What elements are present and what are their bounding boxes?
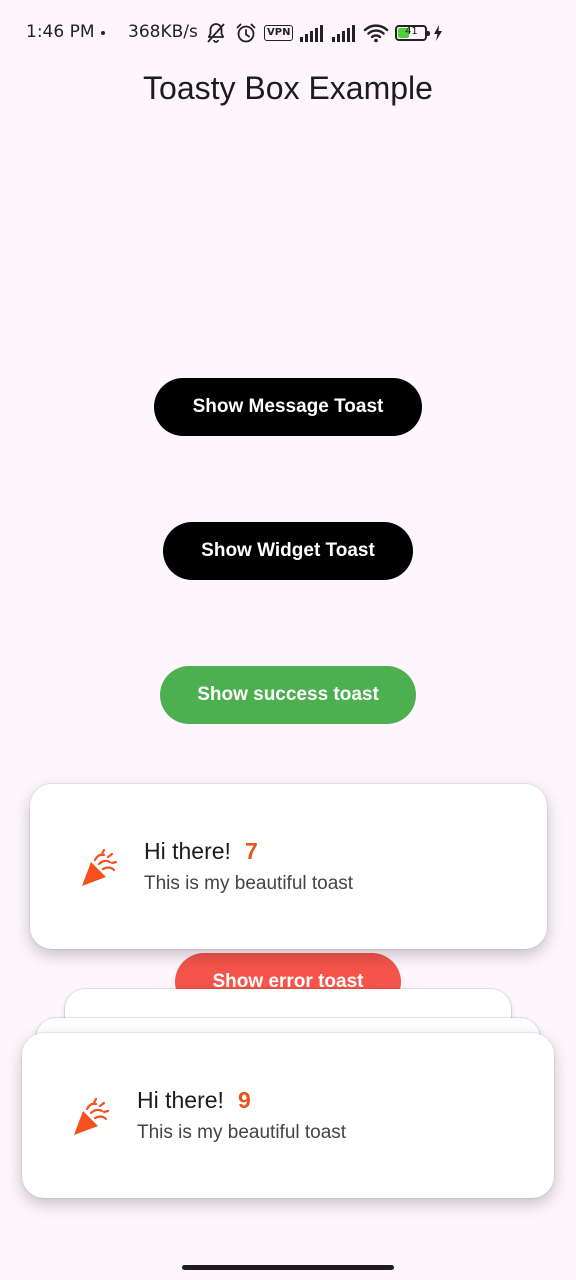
network-speed: 368KB/s <box>128 22 198 42</box>
status-time: 1:46 PM <box>26 22 95 42</box>
status-dot <box>101 31 105 35</box>
battery-icon: 41 <box>395 25 431 41</box>
toast-title: Hi there! 7 <box>144 838 258 865</box>
home-indicator[interactable] <box>182 1265 394 1270</box>
toast-count: 9 <box>237 1087 251 1113</box>
party-popper-icon <box>78 846 122 890</box>
alarm-icon <box>234 21 258 45</box>
wifi-icon <box>363 23 389 43</box>
toast-body: This is my beautiful toast <box>137 1122 347 1143</box>
toast-title-text: Hi there! <box>137 1087 224 1113</box>
signal-icon <box>299 23 325 43</box>
status-icons: VPN 41 <box>204 20 443 46</box>
bell-off-icon <box>204 21 228 45</box>
show-message-toast-button[interactable]: Show Message Toast <box>154 378 422 436</box>
status-bar: 1:46 PM 368KB/s VPN 41 <box>0 0 576 64</box>
show-widget-toast-button[interactable]: Show Widget Toast <box>163 522 413 580</box>
vpn-icon: VPN <box>264 25 294 41</box>
page-title: Toasty Box Example <box>143 70 433 106</box>
show-success-toast-button[interactable]: Show success toast <box>160 666 416 724</box>
toast-title: Hi there! 9 <box>137 1087 251 1114</box>
toast-title-text: Hi there! <box>144 838 231 864</box>
battery-level: 41 <box>405 26 418 37</box>
toast-count: 7 <box>244 838 258 864</box>
signal-icon <box>331 23 357 43</box>
toast-body: This is my beautiful toast <box>144 873 354 894</box>
charging-icon <box>433 24 443 42</box>
party-popper-icon <box>70 1095 114 1139</box>
